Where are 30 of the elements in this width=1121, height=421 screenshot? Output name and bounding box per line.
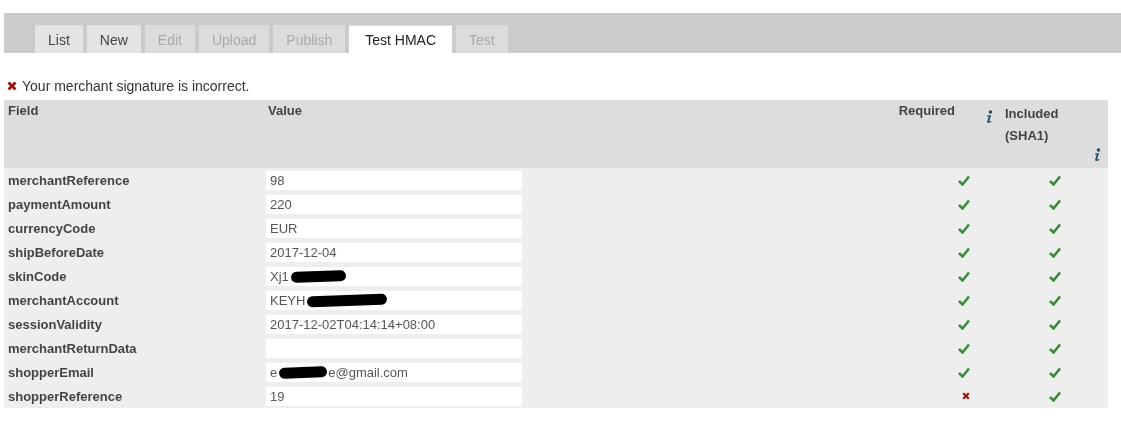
value-field[interactable]: Xj1 — [266, 266, 522, 286]
field-label: merchantReference — [7, 172, 131, 188]
value-field[interactable]: KEYH — [266, 290, 522, 310]
value-field[interactable]: 19 — [266, 386, 522, 406]
column-header: Included (SHA1) — [1005, 105, 1060, 145]
column-header: Value — [268, 102, 303, 120]
error-icon — [7, 81, 17, 91]
value-field[interactable]: e e@gmail.com — [266, 362, 522, 382]
field-label: paymentAmount — [7, 196, 112, 212]
value-field[interactable]: 98 — [266, 170, 522, 190]
tab[interactable]: New — [86, 25, 141, 53]
info-icon[interactable] — [1093, 148, 1102, 162]
tab[interactable]: Test HMAC — [349, 25, 453, 53]
info-icon[interactable] — [985, 110, 994, 124]
column-header: Field — [7, 102, 40, 120]
tab[interactable]: List — [35, 25, 83, 53]
value-field[interactable]: EUR — [266, 218, 522, 238]
field-label: skinCode — [7, 268, 68, 284]
field-label: merchantAccount — [7, 292, 120, 308]
field-label: shipBeforeDate — [7, 244, 106, 260]
error-message: Your merchant signature is incorrect. — [22, 78, 250, 94]
value-field[interactable]: 220 — [266, 194, 522, 214]
value-field[interactable]: 2017-12-04 — [266, 242, 522, 262]
field-label: sessionValidity — [7, 316, 103, 332]
field-label: shopperReference — [7, 388, 124, 404]
field-label: shopperEmail — [7, 364, 95, 380]
column-header: Required — [897, 102, 956, 120]
field-label: merchantReturnData — [7, 340, 138, 356]
field-label: currencyCode — [7, 220, 97, 236]
value-field[interactable]: 2017-12-02T04:14:14+08:00 — [266, 314, 522, 334]
